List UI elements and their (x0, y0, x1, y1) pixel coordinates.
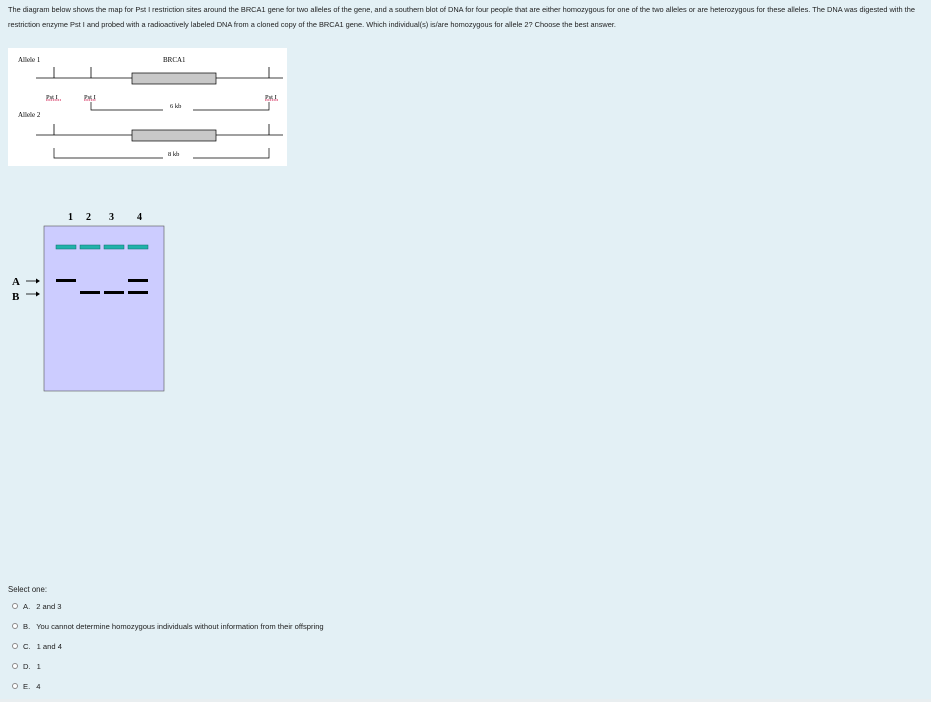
well-lane-3 (103, 244, 125, 250)
option-d-text: 1 (36, 661, 41, 671)
band-lane-3-b (104, 291, 124, 294)
option-e-letter: E. (23, 681, 31, 691)
lane-number-2: 2 (86, 212, 91, 223)
option-e-text: 4 (36, 681, 41, 691)
arrow-a-icon (26, 278, 40, 284)
option-d[interactable]: D. 1 (12, 660, 41, 672)
question-text: The diagram below shows the map for Pst … (8, 5, 915, 29)
option-e[interactable]: E. 4 (12, 680, 40, 692)
well-lane-1 (55, 244, 77, 250)
option-b[interactable]: B. You cannot determine homozygous indiv… (12, 620, 324, 632)
well-lane-2 (79, 244, 101, 250)
band-lane-1-a (56, 279, 76, 282)
radio-b[interactable] (12, 623, 18, 629)
southern-blot-figure: 1 2 3 4 A B (8, 205, 173, 400)
radio-d[interactable] (12, 663, 18, 669)
allele2-label: Allele 2 (18, 111, 41, 119)
radio-a[interactable] (12, 603, 18, 609)
option-c-letter: C. (23, 641, 31, 651)
gene-label: BRCA1 (163, 56, 186, 64)
option-a-text: 2 and 3 (36, 601, 62, 611)
radio-c[interactable] (12, 643, 18, 649)
restriction-map-figure: Allele 1 BRCA1 Pst I Pst I Pst I 6 kb Al… (8, 48, 287, 166)
option-d-letter: D. (23, 661, 31, 671)
select-one-label: Select one: (8, 585, 48, 594)
option-c[interactable]: C. 1 and 4 (12, 640, 62, 652)
allele1-brca1-gene (131, 72, 217, 85)
gel (43, 225, 165, 392)
band-lane-2-b (80, 291, 100, 294)
option-c-text: 1 and 4 (36, 641, 62, 651)
allele2-brca1-gene (131, 129, 217, 142)
band-lane-4-a (128, 279, 148, 282)
band-label-a: A (12, 276, 20, 288)
allele1-label: Allele 1 (18, 56, 41, 64)
well-lane-4 (127, 244, 149, 250)
lane-number-4: 4 (137, 212, 142, 223)
radio-e[interactable] (12, 683, 18, 689)
fragment-bracket-8kb (53, 148, 270, 159)
option-b-text: You cannot determine homozygous individu… (36, 621, 324, 631)
band-label-b: B (12, 291, 20, 303)
fragment-label-6kb: 6 kb (170, 103, 181, 110)
band-lane-4-b (128, 291, 148, 294)
fragment-label-8kb: 8 kb (168, 151, 179, 158)
option-b-letter: B. (23, 621, 31, 631)
option-a[interactable]: A. 2 and 3 (12, 600, 62, 612)
option-a-letter: A. (23, 601, 31, 611)
lane-number-3: 3 (109, 212, 114, 223)
arrow-b-icon (26, 291, 40, 297)
lane-number-1: 1 (68, 212, 73, 223)
